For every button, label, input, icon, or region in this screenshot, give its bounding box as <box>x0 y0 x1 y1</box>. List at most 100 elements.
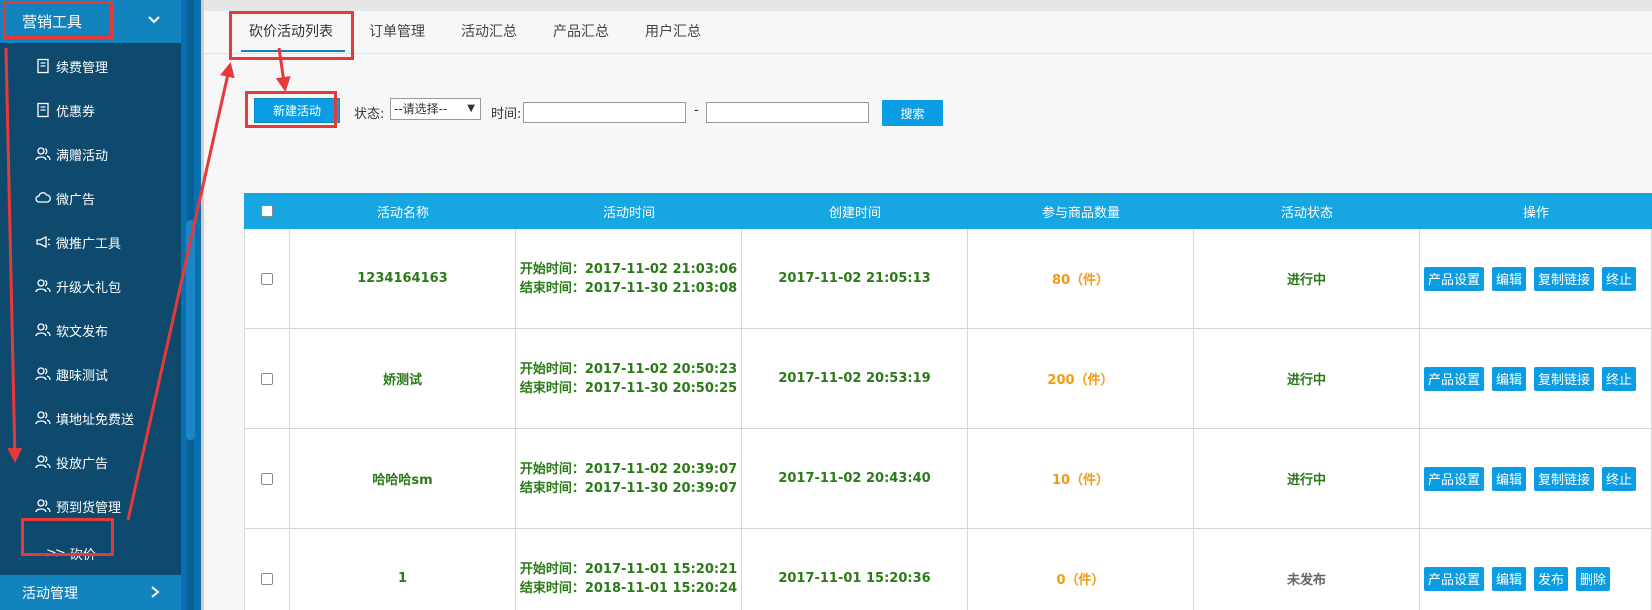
dropdown-arrow-icon: ▼ <box>467 103 475 114</box>
row-checkbox[interactable] <box>261 372 273 385</box>
action-button[interactable]: 编辑 <box>1492 566 1527 591</box>
column-header: 参与商品数量 <box>1041 205 1120 221</box>
search-button[interactable]: 搜索 <box>882 100 943 126</box>
annotation-box-new-activity <box>245 91 337 128</box>
action-button[interactable]: 删除 <box>1576 566 1611 591</box>
status-select-value: --请选择-- <box>394 102 448 116</box>
start-time-input[interactable] <box>523 102 686 123</box>
column-header: 活动时间 <box>602 205 655 221</box>
action-button[interactable]: 产品设置 <box>1424 266 1485 291</box>
activity-time: 开始时间：2017-11-02 20:50:23 结束时间：2017-11-30 … <box>516 329 742 428</box>
action-button[interactable]: 编辑 <box>1492 366 1527 391</box>
document-icon <box>34 102 52 118</box>
start-time: 开始时间：2017-11-01 15:20:21 <box>519 561 738 577</box>
chevron-right-icon <box>151 586 160 598</box>
action-button[interactable]: 编辑 <box>1492 466 1527 491</box>
action-button[interactable]: 复制链接 <box>1534 366 1595 391</box>
sidebar-group-label: 活动管理 <box>22 585 78 602</box>
sidebar-item-label: 续费管理 <box>56 60 109 76</box>
cloud-icon <box>34 190 52 206</box>
action-button[interactable]: 产品设置 <box>1424 566 1485 591</box>
end-time: 结束时间：2018-11-01 15:20:24 <box>519 580 738 596</box>
select-cell <box>244 429 290 528</box>
status-select[interactable]: --请选择-- ▼ <box>390 98 481 120</box>
users-icon <box>34 146 52 162</box>
sidebar-item-label: 升级大礼包 <box>56 280 122 296</box>
sidebar-item[interactable]: 升级大礼包 <box>0 264 181 308</box>
end-time-input[interactable] <box>706 102 869 123</box>
start-time: 开始时间：2017-11-02 21:03:06 <box>519 261 738 277</box>
table-row: 娇测试 开始时间：2017-11-02 20:50:23 结束时间：2017-11-… <box>244 329 1652 429</box>
end-time: 结束时间：2017-11-30 20:50:25 <box>519 380 738 396</box>
users-icon <box>34 498 52 514</box>
tab[interactable]: 产品汇总 <box>535 11 627 54</box>
chevron-down-icon <box>148 16 160 24</box>
users-icon <box>34 322 52 338</box>
annotation-box-bargain-item <box>21 518 114 556</box>
sidebar-item-label: 微广告 <box>56 192 96 208</box>
select-all-checkbox[interactable] <box>261 205 273 217</box>
action-button[interactable]: 终止 <box>1602 366 1637 391</box>
action-button[interactable]: 终止 <box>1602 266 1637 291</box>
tab[interactable]: 活动汇总 <box>443 11 535 54</box>
action-button[interactable]: 复制链接 <box>1534 266 1595 291</box>
sidebar-item-label: 填地址免费送 <box>56 412 135 428</box>
table-row: 哈哈哈sm 开始时间：2017-11-02 20:39:07 结束时间：2017-1… <box>244 429 1652 529</box>
activity-name: 哈哈哈sm <box>290 429 516 528</box>
sidebar-item-label: 满赠活动 <box>56 148 109 164</box>
document-icon <box>34 58 52 74</box>
time-separator: - <box>694 103 699 118</box>
action-button[interactable]: 发布 <box>1534 566 1569 591</box>
product-quantity: 0（件） <box>968 529 1194 610</box>
activity-time: 开始时间：2017-11-02 20:39:07 结束时间：2017-11-30 … <box>516 429 742 528</box>
sidebar-item-label: 软文发布 <box>56 324 109 340</box>
sidebar-scrollbar[interactable] <box>181 0 201 610</box>
annotation-box-marketing-tools <box>3 1 113 39</box>
top-strip <box>204 0 1652 11</box>
activity-table: 活动名称 活动时间 创建时间 参与商品数量 活动状态 操作 1234164163 开始时间：… <box>244 193 1652 610</box>
tab-divider <box>204 53 1652 54</box>
select-all-cell <box>244 193 290 229</box>
select-cell <box>244 329 290 428</box>
end-time: 结束时间：2017-11-30 21:03:08 <box>519 280 738 296</box>
action-button[interactable]: 产品设置 <box>1424 366 1485 391</box>
row-checkbox[interactable] <box>261 572 273 585</box>
row-actions: 产品设置 编辑 复制链接 终止 <box>1420 429 1652 528</box>
created-time: 2017-11-02 20:53:19 <box>742 329 968 428</box>
sidebar-item[interactable]: 续费管理 <box>0 44 181 88</box>
sidebar-item[interactable]: 微广告 <box>0 176 181 220</box>
scrollbar-thumb[interactable] <box>186 220 195 440</box>
sidebar-item-label: 优惠券 <box>56 104 96 120</box>
sidebar-group-activity-management[interactable]: 活动管理 <box>0 575 181 610</box>
main-content: 砍价活动列表 订单管理 活动汇总 产品汇总 用户汇总 新建活动 状态: --请选择-- ▼… <box>204 0 1652 610</box>
row-checkbox[interactable] <box>261 272 273 285</box>
sidebar-item[interactable]: 软文发布 <box>0 308 181 352</box>
created-time: 2017-11-01 15:20:36 <box>742 529 968 610</box>
sidebar-item-label: 微推广工具 <box>56 236 122 252</box>
column-header: 创建时间 <box>828 205 881 221</box>
action-button[interactable]: 编辑 <box>1492 266 1527 291</box>
tab[interactable]: 用户汇总 <box>627 11 719 54</box>
activity-status: 进行中 <box>1194 329 1420 428</box>
sidebar-item[interactable]: 趣味测试 <box>0 352 181 396</box>
column-header: 活动状态 <box>1280 205 1333 221</box>
sidebar-item[interactable]: 填地址免费送 <box>0 396 181 440</box>
sidebar-item-label: 预到货管理 <box>56 500 122 516</box>
sidebar-item[interactable]: 投放广告 <box>0 440 181 484</box>
start-time: 开始时间：2017-11-02 20:39:07 <box>519 461 738 477</box>
sidebar-item[interactable]: 微推广工具 <box>0 220 181 264</box>
sidebar-item[interactable]: 满赠活动 <box>0 132 181 176</box>
activity-status: 未发布 <box>1194 529 1420 610</box>
action-button[interactable]: 复制链接 <box>1534 466 1595 491</box>
action-button[interactable]: 产品设置 <box>1424 466 1485 491</box>
action-button[interactable]: 终止 <box>1602 466 1637 491</box>
row-checkbox[interactable] <box>261 472 273 485</box>
tab[interactable]: 订单管理 <box>351 11 443 54</box>
table-row: 1 开始时间：2017-11-01 15:20:21 结束时间：2018-11-01… <box>244 529 1652 610</box>
sidebar-item[interactable]: 优惠券 <box>0 88 181 132</box>
select-cell <box>244 229 290 328</box>
sidebar-item-label: 投放广告 <box>56 456 109 472</box>
activity-time: 开始时间：2017-11-01 15:20:21 结束时间：2018-11-01 … <box>516 529 742 610</box>
created-time: 2017-11-02 21:05:13 <box>742 229 968 328</box>
sidebar-item-label: 趣味测试 <box>56 368 109 384</box>
